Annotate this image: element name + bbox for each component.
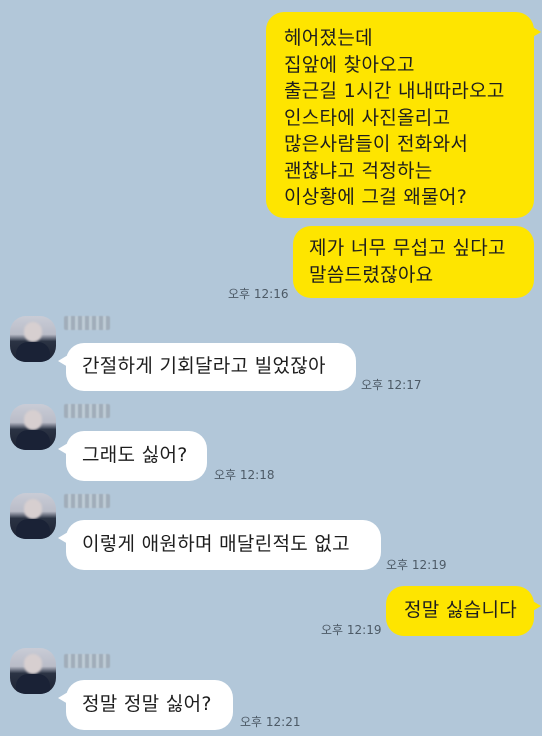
avatar-face — [24, 322, 42, 342]
avatar-face — [24, 410, 42, 430]
message-timestamp: 오후 12:19 — [321, 623, 382, 637]
message-timestamp: 오후 12:17 — [361, 378, 422, 392]
their-message-bubble[interactable]: 그래도 싫어? — [58, 431, 207, 481]
avatar-body — [16, 519, 50, 539]
chat-window: 헤어졌는데 집앞에 찾아오고 출근길 1시간 내내따라오고 인스타에 사진올리고… — [0, 0, 542, 736]
avatar-face — [24, 654, 42, 674]
message-timestamp: 오후 12:19 — [386, 558, 447, 572]
their-message-bubble[interactable]: 정말 정말 싫어? — [58, 680, 233, 730]
my-message-bubble[interactable]: 정말 싫습니다 — [386, 586, 541, 636]
avatar-body — [16, 674, 50, 694]
sender-avatar[interactable] — [10, 493, 56, 539]
avatar-body — [16, 342, 50, 362]
sender-name-blurred — [64, 404, 110, 418]
sender-name-blurred — [64, 494, 110, 508]
my-message-bubble[interactable]: 제가 너무 무섭고 싶다고 말씀드렸잖아요 — [293, 226, 534, 298]
avatar-body — [16, 430, 50, 450]
sender-name-blurred — [64, 316, 110, 330]
message-timestamp: 오후 12:18 — [214, 468, 275, 482]
sender-avatar[interactable] — [10, 648, 56, 694]
my-message-bubble[interactable]: 헤어졌는데 집앞에 찾아오고 출근길 1시간 내내따라오고 인스타에 사진올리고… — [266, 12, 541, 218]
avatar-face — [24, 499, 42, 519]
their-message-bubble[interactable]: 이렇게 애원하며 매달린적도 없고 — [58, 520, 381, 570]
sender-name-blurred — [64, 654, 110, 668]
message-timestamp: 오후 12:21 — [240, 715, 301, 729]
sender-avatar[interactable] — [10, 316, 56, 362]
sender-avatar[interactable] — [10, 404, 56, 450]
message-timestamp: 오후 12:16 — [228, 287, 289, 301]
their-message-bubble[interactable]: 간절하게 기회달라고 빌었잖아 — [58, 343, 356, 391]
